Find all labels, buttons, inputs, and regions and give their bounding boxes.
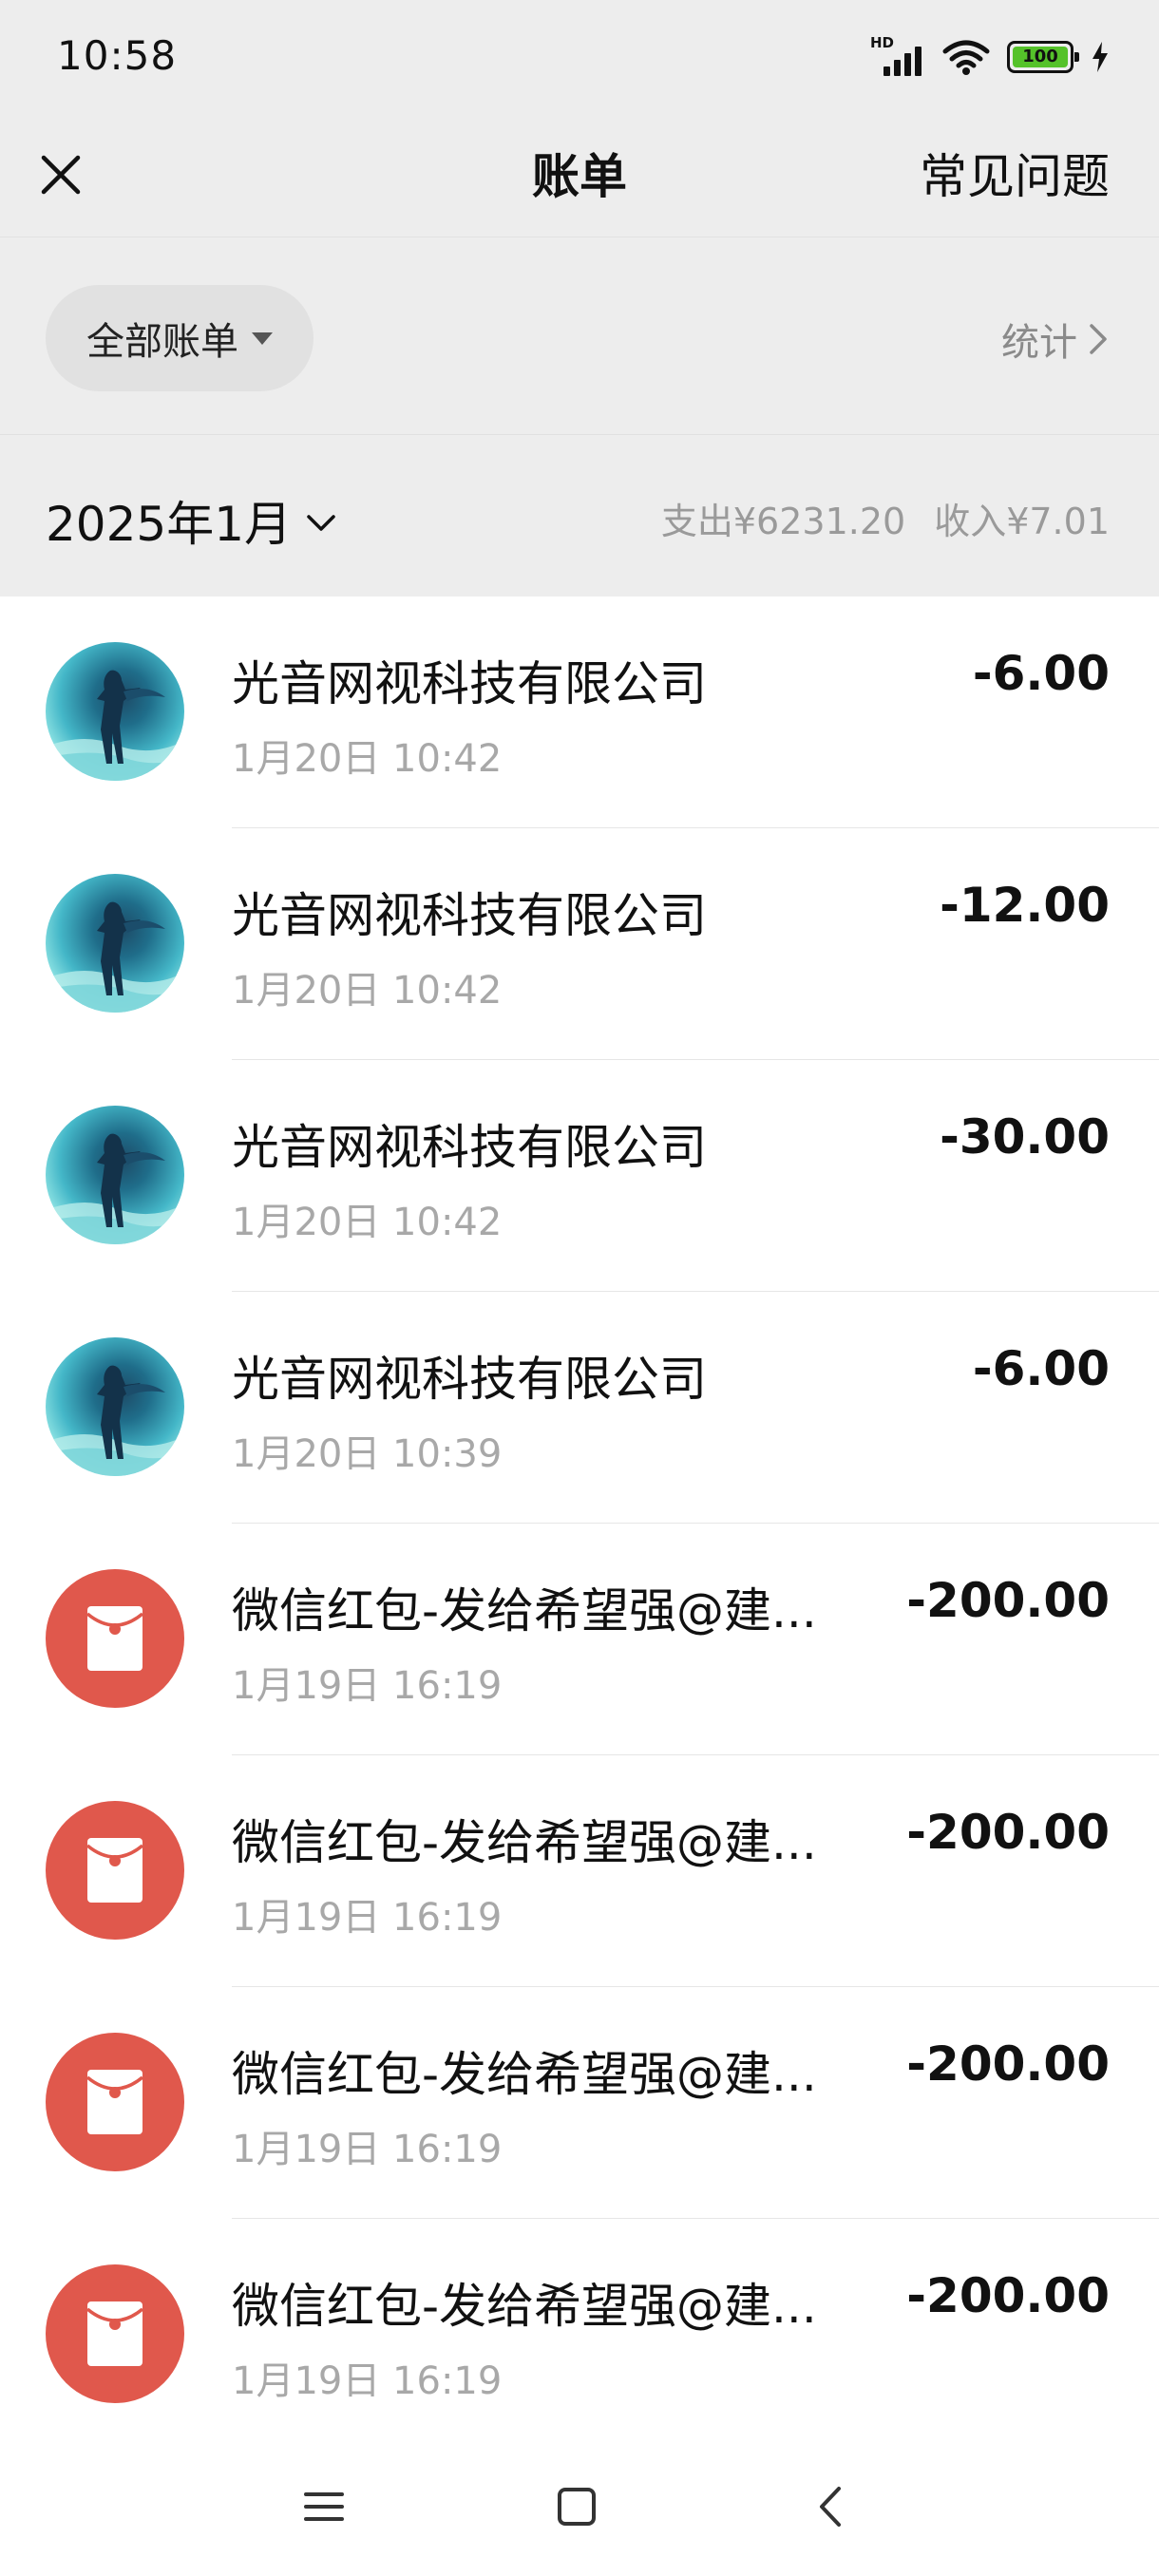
- transaction-row[interactable]: 光音网视科技有限公司 1月20日 10:42 -30.00: [0, 1060, 1159, 1292]
- signal-icon: HD: [870, 34, 925, 76]
- caret-down-icon: [252, 331, 273, 345]
- transaction-time: 1月20日 10:42: [232, 1201, 503, 1244]
- month-header: 2025年1月 支出¥6231.20 收入¥7.01: [0, 435, 1159, 597]
- expense-total: 支出¥6231.20: [660, 501, 906, 542]
- transaction-time: 1月19日 16:19: [232, 2128, 503, 2171]
- status-bar: 10:58 HD 100: [0, 0, 1159, 114]
- transaction-amount: -200.00: [906, 2036, 1110, 2092]
- red-packet-icon: [86, 1838, 144, 1903]
- battery-icon: 100: [1007, 41, 1079, 73]
- figure-silhouette-icon: [46, 1133, 184, 1244]
- transaction-title: 光音网视科技有限公司: [232, 1352, 707, 1407]
- merchant-avatar: [46, 642, 184, 781]
- charging-icon: [1092, 42, 1108, 72]
- red-packet-icon: [86, 2070, 144, 2134]
- month-summary: 支出¥6231.20 收入¥7.01: [661, 492, 1110, 544]
- red-packet-avatar: [46, 1569, 184, 1708]
- transaction-title: 微信红包-发给希望强@建...: [232, 2279, 817, 2334]
- transaction-amount: -30.00: [940, 1109, 1110, 1165]
- transaction-time: 1月20日 10:42: [232, 737, 503, 781]
- transaction-time: 1月19日 16:19: [232, 1896, 503, 1940]
- transaction-list: 光音网视科技有限公司 1月20日 10:42 -6.00 光音网视科技有限公司 …: [0, 597, 1159, 2451]
- back-icon[interactable]: [808, 2483, 855, 2530]
- system-nav-bar: [0, 2434, 1159, 2576]
- red-packet-avatar: [46, 1801, 184, 1940]
- menu-icon[interactable]: [300, 2483, 348, 2530]
- transaction-amount: -6.00: [972, 646, 1110, 701]
- transaction-title: 微信红包-发给希望强@建...: [232, 1583, 817, 1638]
- figure-silhouette-icon: [46, 1365, 184, 1476]
- figure-silhouette-icon: [46, 901, 184, 1013]
- transaction-row[interactable]: 光音网视科技有限公司 1月20日 10:42 -12.00: [0, 828, 1159, 1060]
- faq-link[interactable]: 常见问题: [920, 139, 1110, 207]
- transaction-time: 1月19日 16:19: [232, 2359, 503, 2403]
- figure-silhouette-icon: [46, 670, 184, 781]
- transaction-row[interactable]: 微信红包-发给希望强@建... 1月19日 16:19 -200.00: [0, 1755, 1159, 1987]
- status-time: 10:58: [57, 32, 178, 79]
- transaction-time: 1月19日 16:19: [232, 1664, 503, 1708]
- transaction-title: 光音网视科技有限公司: [232, 888, 707, 943]
- bill-filter-label: 全部账单: [86, 320, 238, 364]
- transaction-amount: -200.00: [906, 1805, 1110, 1860]
- transaction-row[interactable]: 微信红包-发给希望强@建... 1月19日 16:19 -200.00: [0, 1524, 1159, 1755]
- merchant-avatar: [46, 874, 184, 1013]
- red-packet-icon: [86, 1606, 144, 1671]
- transaction-time: 1月20日 10:42: [232, 969, 503, 1013]
- statistics-label: 统计: [1001, 321, 1077, 365]
- red-packet-avatar: [46, 2264, 184, 2403]
- transaction-title: 光音网视科技有限公司: [232, 1120, 707, 1175]
- status-icons: HD 100: [870, 34, 1110, 78]
- month-label: 2025年1月: [46, 497, 293, 552]
- nav-bar: 账单 常见问题: [0, 114, 1159, 237]
- red-packet-icon: [86, 2301, 144, 2366]
- transaction-amount: -6.00: [972, 1341, 1110, 1396]
- chevron-right-icon: [1090, 324, 1107, 354]
- merchant-avatar: [46, 1337, 184, 1476]
- transaction-title: 微信红包-发给希望强@建...: [232, 1815, 817, 1870]
- battery-level: 100: [1013, 47, 1068, 67]
- transaction-row[interactable]: 微信红包-发给希望强@建... 1月19日 16:19 -200.00: [0, 2219, 1159, 2451]
- home-icon[interactable]: [553, 2483, 600, 2530]
- transaction-amount: -200.00: [906, 1573, 1110, 1628]
- chevron-down-icon: [307, 515, 335, 531]
- wifi-icon: [942, 40, 990, 75]
- transaction-time: 1月20日 10:39: [232, 1432, 503, 1476]
- red-packet-avatar: [46, 2033, 184, 2171]
- transaction-amount: -12.00: [940, 878, 1110, 933]
- transaction-row[interactable]: 光音网视科技有限公司 1月20日 10:39 -6.00: [0, 1292, 1159, 1524]
- merchant-avatar: [46, 1106, 184, 1244]
- bill-filter-dropdown[interactable]: 全部账单: [46, 285, 314, 391]
- transaction-row[interactable]: 光音网视科技有限公司 1月20日 10:42 -6.00: [0, 597, 1159, 828]
- transaction-amount: -200.00: [906, 2268, 1110, 2323]
- transaction-title: 微信红包-发给希望强@建...: [232, 2047, 817, 2102]
- month-picker[interactable]: 2025年1月: [46, 486, 337, 555]
- income-total: 收入¥7.01: [934, 501, 1110, 542]
- transaction-row[interactable]: 微信红包-发给希望强@建... 1月19日 16:19 -200.00: [0, 1987, 1159, 2219]
- filter-bar: 全部账单 统计: [0, 237, 1159, 435]
- transaction-title: 光音网视科技有限公司: [232, 656, 707, 711]
- statistics-link[interactable]: 统计: [1001, 312, 1110, 367]
